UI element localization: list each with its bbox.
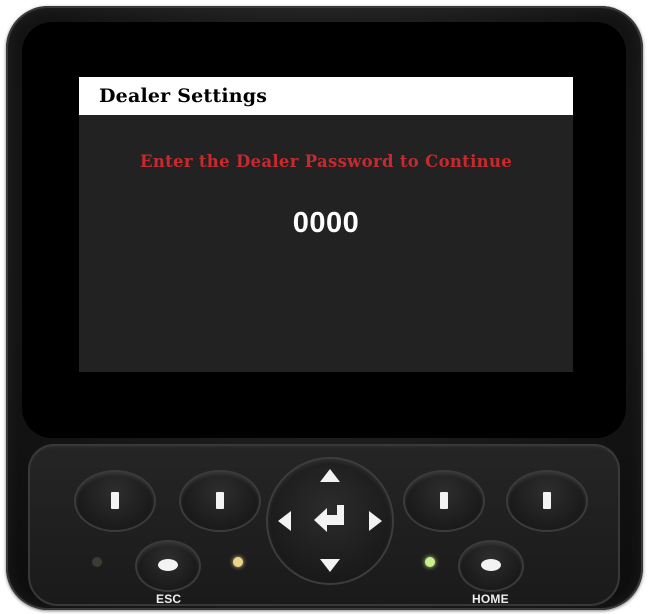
status-led-1 xyxy=(92,557,102,567)
display-device: Dealer Settings Enter the Dealer Passwor… xyxy=(6,6,643,610)
page-title: Dealer Settings xyxy=(99,85,268,107)
home-label: HOME xyxy=(472,592,509,606)
soft-key-3[interactable] xyxy=(405,472,483,530)
bar-icon xyxy=(111,492,119,509)
bar-icon xyxy=(543,492,551,509)
bar-icon xyxy=(216,492,224,509)
soft-key-1[interactable] xyxy=(76,472,154,530)
home-button[interactable] xyxy=(460,542,522,590)
esc-button[interactable] xyxy=(137,542,199,590)
display-screen: Dealer Settings Enter the Dealer Passwor… xyxy=(79,77,573,372)
oval-dot-icon xyxy=(158,559,178,571)
arrow-up-icon[interactable] xyxy=(320,469,340,482)
arrow-down-icon[interactable] xyxy=(320,559,340,572)
oval-dot-icon xyxy=(481,559,501,571)
password-input[interactable]: 0000 xyxy=(79,207,573,240)
status-led-3 xyxy=(425,557,435,567)
soft-key-4[interactable] xyxy=(508,472,586,530)
soft-key-2[interactable] xyxy=(181,472,259,530)
password-prompt: Enter the Dealer Password to Continue xyxy=(139,152,513,171)
directional-pad xyxy=(268,459,392,583)
enter-icon[interactable] xyxy=(312,503,348,535)
esc-label: ESC xyxy=(156,592,182,606)
arrow-left-icon[interactable] xyxy=(278,511,291,531)
title-bar: Dealer Settings xyxy=(79,77,573,115)
bar-icon xyxy=(440,492,448,509)
keypad: ESC HOME xyxy=(28,444,620,606)
status-led-2 xyxy=(233,557,243,567)
arrow-right-icon[interactable] xyxy=(369,511,382,531)
